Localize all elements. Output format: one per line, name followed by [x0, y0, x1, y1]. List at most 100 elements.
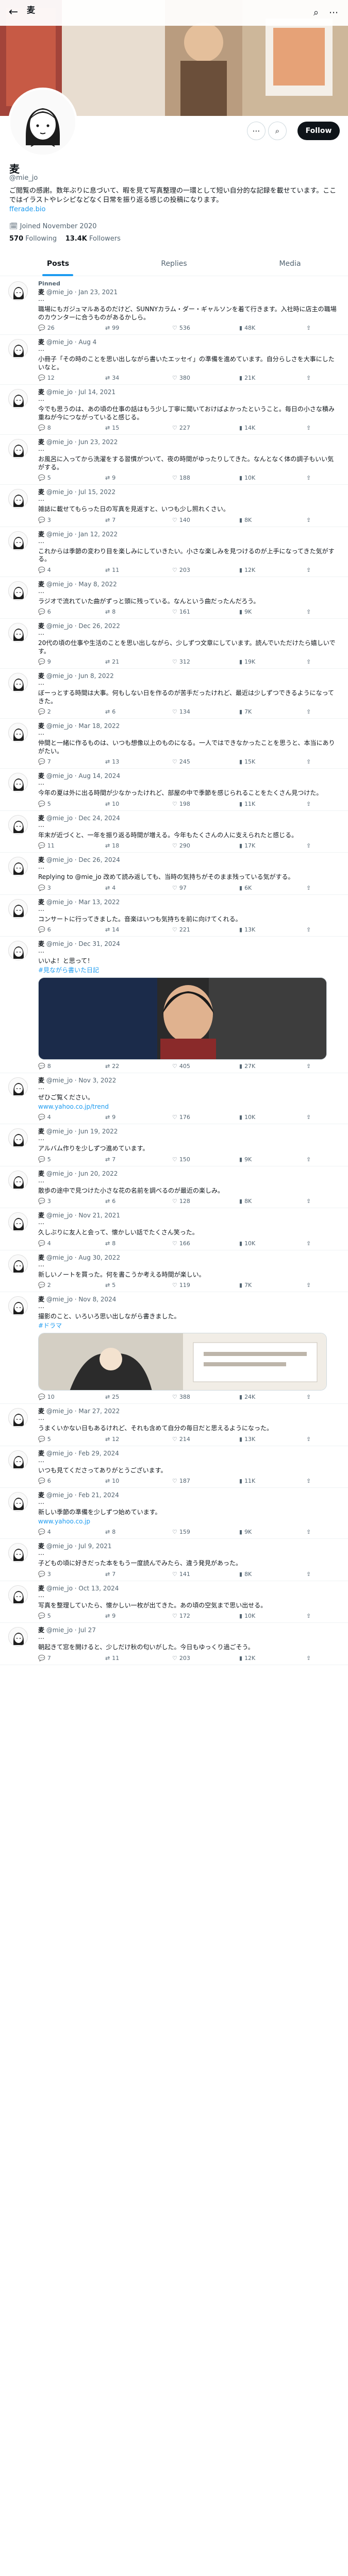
tweet-link[interactable]: #見ながら書いた日記 — [38, 967, 99, 974]
tweet-avatar[interactable] — [8, 815, 28, 835]
tweet-media[interactable] — [38, 1333, 327, 1391]
more-icon[interactable]: ⋯ — [327, 6, 340, 20]
tweet-author[interactable]: 麦 — [38, 1170, 44, 1177]
tweet-avatar[interactable] — [8, 1543, 28, 1563]
tweet-avatar[interactable] — [8, 1627, 28, 1647]
tweet-avatar[interactable] — [8, 773, 28, 792]
retweet-button[interactable]: ⇄ 12 — [105, 1435, 126, 1444]
tweet-avatar[interactable] — [8, 1492, 28, 1512]
tweet-avatar[interactable] — [8, 531, 28, 551]
tweet-more-icon[interactable]: ⋯ — [38, 346, 340, 354]
reply-button[interactable]: 💬 11 — [38, 842, 59, 850]
tweet-more-icon[interactable]: ⋯ — [38, 1136, 340, 1144]
tweet-more-icon[interactable]: ⋯ — [38, 496, 340, 504]
tweet-more-icon[interactable]: ⋯ — [38, 1634, 340, 1642]
tweet-media[interactable] — [38, 977, 327, 1060]
views-button[interactable]: ▮ 13K — [239, 1435, 260, 1444]
retweet-button[interactable]: ⇄ 5 — [105, 1281, 126, 1290]
reply-button[interactable]: 💬 5 — [38, 1612, 59, 1620]
tweet[interactable]: 麦 @mie_jo · Mar 18, 2022 ⋯ 仲間と一緒に作るものは、いつも… — [0, 719, 348, 769]
reply-button[interactable]: 💬 9 — [38, 658, 59, 666]
views-button[interactable]: ▮ 10K — [239, 1113, 260, 1122]
share-button[interactable]: ⇪ — [306, 474, 327, 482]
tweet-author[interactable]: 麦 — [38, 338, 44, 346]
tweet[interactable]: 麦 @mie_jo · Oct 13, 2024 ⋯ 写真を整理していたら、懐かしい… — [0, 1581, 348, 1623]
views-button[interactable]: ▮ 27K — [239, 1062, 260, 1071]
tweet-handle[interactable]: @mie_jo — [46, 581, 73, 588]
share-button[interactable]: ⇪ — [306, 1477, 327, 1485]
tweet-date[interactable]: Dec 26, 2022 — [78, 622, 120, 630]
views-button[interactable]: ▮ 8K — [239, 1197, 260, 1206]
reply-button[interactable]: 💬 6 — [38, 1477, 59, 1485]
tweet-author[interactable]: 麦 — [38, 581, 44, 588]
share-button[interactable]: ⇪ — [306, 324, 327, 332]
tweet-date[interactable]: Aug 4 — [78, 338, 96, 346]
tweet-more-icon[interactable]: ⋯ — [38, 1219, 340, 1228]
tweet-handle[interactable]: @mie_jo — [46, 1450, 73, 1457]
tweet-date[interactable]: Feb 21, 2024 — [78, 1492, 119, 1499]
reply-button[interactable]: 💬 5 — [38, 1435, 59, 1444]
tweet[interactable]: 麦 @mie_jo · Nov 8, 2024 ⋯ 撮影のこと、いろいろ思い出しなが… — [0, 1292, 348, 1404]
share-button[interactable]: ⇪ — [306, 516, 327, 524]
tweet-more-icon[interactable]: ⋯ — [38, 680, 340, 688]
retweet-button[interactable]: ⇄ 18 — [105, 842, 126, 850]
share-button[interactable]: ⇪ — [306, 566, 327, 574]
tweet-link[interactable]: www.yahoo.co.jp — [38, 1518, 90, 1525]
tweet-handle[interactable]: @mie_jo — [46, 1077, 73, 1084]
followers-label[interactable]: Followers — [89, 235, 121, 243]
share-button[interactable]: ⇪ — [306, 1570, 327, 1579]
like-button[interactable]: ♡ 203 — [172, 1654, 193, 1663]
tweet-author[interactable]: 麦 — [38, 622, 44, 630]
retweet-button[interactable]: ⇄ 99 — [105, 324, 126, 332]
tweet-more-icon[interactable]: ⋯ — [38, 1592, 340, 1601]
tweet-handle[interactable]: @mie_jo — [46, 815, 73, 822]
like-button[interactable]: ♡ 134 — [172, 708, 193, 716]
like-button[interactable]: ♡ 159 — [172, 1528, 193, 1536]
tweet[interactable]: 麦 @mie_jo · Jul 9, 2021 ⋯ 子どもの頃に好きだった本をもう一… — [0, 1539, 348, 1581]
tweet-author[interactable]: 麦 — [38, 1254, 44, 1261]
tweet-date[interactable]: Jun 20, 2022 — [78, 1170, 118, 1177]
tweet-more-icon[interactable]: ⋯ — [38, 1303, 340, 1312]
retweet-button[interactable]: ⇄ 10 — [105, 800, 126, 808]
tweet-avatar[interactable] — [8, 1585, 28, 1605]
tweet-avatar[interactable] — [8, 389, 28, 409]
retweet-button[interactable]: ⇄ 10 — [105, 1477, 126, 1485]
tweet-more-icon[interactable]: ⋯ — [38, 1178, 340, 1186]
tweet-avatar[interactable] — [8, 489, 28, 509]
like-button[interactable]: ♡ 245 — [172, 758, 193, 766]
like-button[interactable]: ♡ 312 — [172, 658, 193, 666]
tweet-more-icon[interactable]: ⋯ — [38, 1550, 340, 1558]
retweet-button[interactable]: ⇄ 8 — [105, 608, 126, 616]
retweet-button[interactable]: ⇄ 7 — [105, 1156, 126, 1164]
tweet-handle[interactable]: @mie_jo — [46, 1296, 73, 1303]
tweet-date[interactable]: May 8, 2022 — [78, 581, 117, 588]
tweet-handle[interactable]: @mie_jo — [46, 438, 73, 446]
views-button[interactable]: ▮ 7K — [239, 1281, 260, 1290]
tweet-more-icon[interactable]: ⋯ — [38, 948, 340, 956]
share-button[interactable]: ⇪ — [306, 424, 327, 432]
views-button[interactable]: ▮ 12K — [239, 1654, 260, 1663]
tweet[interactable]: 麦 @mie_jo · Nov 3, 2022 ⋯ ぜひご覧ください。 www.yah… — [0, 1073, 348, 1124]
tweet-avatar[interactable] — [8, 439, 28, 459]
share-button[interactable]: ⇪ — [306, 608, 327, 616]
tweet-date[interactable]: Mar 13, 2022 — [78, 899, 120, 906]
tweet-more-icon[interactable]: ⋯ — [38, 296, 340, 304]
tweet[interactable]: 麦 @mie_jo · Jun 19, 2022 ⋯ アルバム作りを少しずつ進めてい… — [0, 1124, 348, 1166]
share-button[interactable]: ⇪ — [306, 1393, 327, 1401]
tweet-date[interactable]: Dec 31, 2024 — [78, 940, 120, 947]
tweet[interactable]: 麦 @mie_jo · Aug 4 ⋯ 小冊子「その時のことを思い出しながら書いたエ… — [0, 335, 348, 385]
tweet-handle[interactable]: @mie_jo — [46, 388, 73, 396]
reply-button[interactable]: 💬 4 — [38, 1528, 59, 1536]
tweet-author[interactable]: 麦 — [38, 1492, 44, 1499]
tweet-date[interactable]: Mar 18, 2022 — [78, 722, 120, 730]
tweet-date[interactable]: Jun 23, 2022 — [78, 438, 118, 446]
tweet-author[interactable]: 麦 — [38, 1077, 44, 1084]
like-button[interactable]: ♡ 97 — [172, 884, 193, 892]
tweet-avatar[interactable] — [8, 1408, 28, 1428]
share-button[interactable]: ⇪ — [306, 374, 327, 382]
tweet-avatar[interactable] — [8, 1254, 28, 1274]
like-button[interactable]: ♡ 188 — [172, 474, 193, 482]
tweet-author[interactable]: 麦 — [38, 722, 44, 730]
reply-button[interactable]: 💬 7 — [38, 1654, 59, 1663]
like-button[interactable]: ♡ 150 — [172, 1156, 193, 1164]
